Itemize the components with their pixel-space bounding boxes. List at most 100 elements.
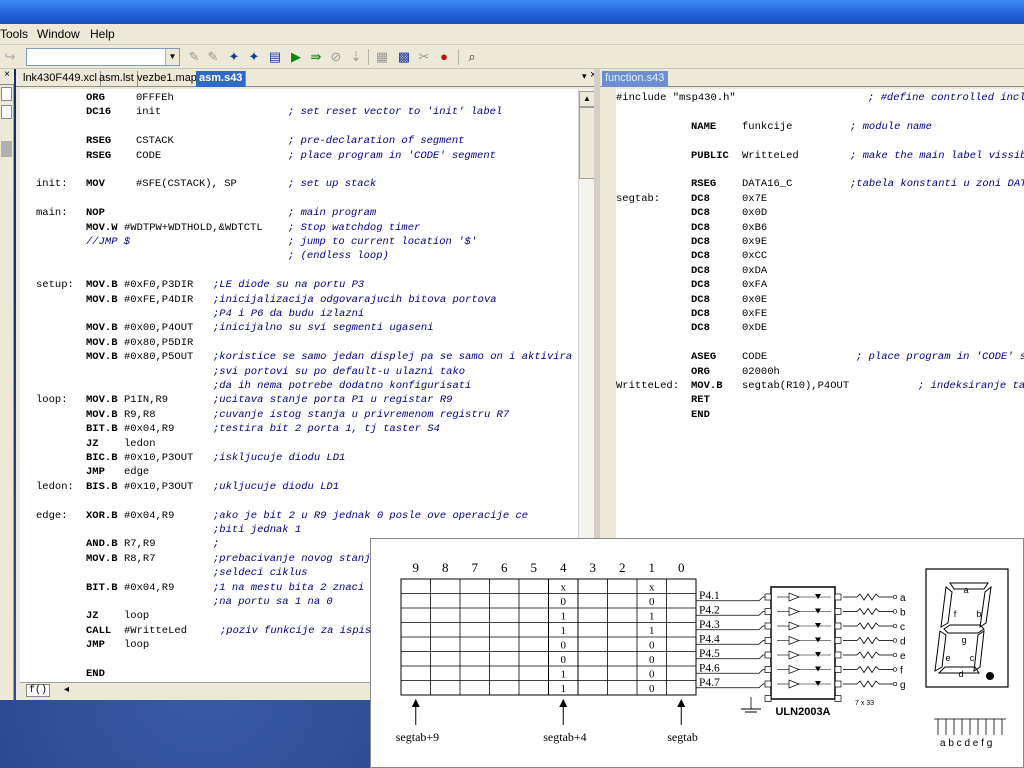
code-label: setup: [36, 279, 74, 292]
cell-value: 0 [561, 654, 567, 666]
code-operand: R7,R9 [124, 538, 156, 551]
code-line: BIT.B #0x04,R9 ;testira bit 2 porta 1, tj … [20, 422, 580, 436]
cell-value: 0 [561, 640, 567, 652]
cell-value: 0 [649, 640, 655, 652]
code-opcode: NAME [691, 120, 717, 133]
resistor-symbol [856, 680, 880, 688]
right-editor-tabs: function.s43 [600, 69, 1024, 87]
tab-vezbe1-map[interactable]: vezbe1.map [134, 71, 201, 87]
code-comment: ;na portu sa 1 na 0 [213, 596, 333, 608]
terminal [892, 681, 898, 687]
menu-help[interactable]: Help [90, 27, 115, 41]
code-opcode: MOV.B [86, 351, 118, 364]
cell-value: 0 [649, 683, 655, 695]
code-line: //JMP $ ; jump to current location '$' [20, 235, 580, 249]
code-directive: #include "msp430.h" [616, 92, 736, 104]
code-line: MOV.W #WDTPW+WDTHOLD,&WDTCTL ; Stop watchd… [20, 221, 580, 235]
tab-asm-s43[interactable]: asm.s43 [196, 71, 247, 87]
code-operand: CSTACK [136, 135, 174, 148]
download-icon[interactable]: ⇣ [348, 49, 364, 65]
project-icon[interactable]: ▩ [396, 49, 412, 65]
code-operand: #0x10,P3OUT [124, 452, 194, 464]
code-line: ;biti jednak 1 [20, 523, 580, 537]
find-next-icon[interactable]: ✎ [205, 49, 221, 65]
find-combo[interactable]: ▼ [26, 48, 180, 66]
stop-build-icon[interactable]: ⊘ [328, 49, 344, 65]
menu-window[interactable]: Window [37, 27, 80, 41]
code-opcode: CALL [86, 624, 112, 637]
column-header: 2 [619, 560, 626, 575]
tab-function-s43[interactable]: function.s43 [602, 71, 669, 87]
redo-icon[interactable]: ↪ [2, 49, 18, 65]
code-line: main: NOP ; main program [20, 206, 580, 220]
segment-label: e [900, 651, 906, 662]
code-comment: ; jump to current location '$' [288, 236, 478, 248]
close-icon[interactable]: × [0, 69, 14, 85]
scroll-left-icon[interactable]: ◂ [64, 684, 69, 695]
tools-icon[interactable]: ✂ [416, 49, 432, 65]
cell-value: 1 [561, 683, 567, 695]
code-operand: 0xB6 [742, 221, 768, 234]
code-operand: 0xDA [742, 264, 768, 277]
workspace-pane: × [0, 69, 14, 700]
code-comment: ; place program in 'CODE' segment [288, 149, 496, 162]
workspace-scroll-thumb[interactable] [1, 141, 12, 157]
code-opcode: MOV [86, 178, 105, 191]
terminal [892, 623, 898, 629]
breakpoint-list-icon[interactable]: ▦ [374, 49, 390, 65]
pointer-arrowhead [559, 699, 568, 707]
code-line: RSEG CODE ; place program in 'CODE' segmen… [20, 149, 580, 163]
segment-label: f [900, 666, 903, 677]
code-line: DC8 0x0D [616, 206, 1024, 220]
debug-icon[interactable]: ⇛ [308, 49, 324, 65]
scroll-up-icon[interactable]: ▲ [579, 91, 595, 107]
code-line: ; (endless loop) [20, 249, 580, 263]
code-opcode: END [691, 408, 710, 421]
port-label: P4.1 [699, 590, 720, 602]
resistor-symbol [856, 607, 880, 616]
toolbar-separator [368, 49, 369, 65]
code-line: RET [616, 393, 1024, 407]
display-segment-label: e [945, 653, 950, 663]
code-line: edge: XOR.B #0x04,R9 ;ako je bit 2 u R9 jed… [20, 509, 580, 523]
code-line: setup: MOV.B #0xF0,P3DIR ;LE diode su na po… [20, 278, 580, 292]
workspace-icon[interactable] [1, 105, 12, 119]
menu-tools[interactable]: Tools [0, 27, 28, 41]
compile-icon[interactable]: ▤ [267, 49, 283, 65]
port-label: P4.5 [699, 648, 720, 660]
code-line: ;da ih nema potrebe dodatno konfigurisat… [20, 379, 580, 393]
scroll-thumb[interactable] [579, 107, 595, 179]
workspace-dropdown[interactable] [1, 87, 12, 101]
tab-asm-lst[interactable]: asm.lst [96, 71, 138, 87]
code-opcode: BIS.B [86, 480, 118, 493]
toggle-breakpoint-icon[interactable]: ● [436, 49, 452, 65]
resistor-symbol [856, 622, 880, 630]
code-line: DC8 0xFE [616, 307, 1024, 321]
chip-pin [764, 622, 772, 630]
code-operand: #0x04,R9 [124, 423, 175, 436]
chevron-down-icon[interactable]: ▼ [165, 49, 179, 65]
segment-label: b [900, 608, 906, 619]
toggle-bookmark-icon[interactable]: ✦ [226, 49, 242, 65]
code-opcode: MOV.B [86, 322, 118, 335]
code-line: loop: MOV.B P1IN,R9 ;ucitava stanje porta P… [20, 393, 580, 407]
find-icon[interactable]: ✎ [186, 49, 202, 65]
code-operand: #0x00,P4OUT [124, 322, 194, 335]
code-operand: 0FFFEh [136, 92, 174, 104]
goto-bookmark-icon[interactable]: ✦ [246, 49, 262, 65]
code-operand: #0xFE,P4DIR [124, 293, 194, 306]
make-icon[interactable]: ▶ [288, 49, 304, 65]
code-label: edge: [36, 509, 68, 522]
code-operand: init [136, 106, 162, 119]
code-label: segtab: [616, 192, 661, 205]
tab-lnk430f449[interactable]: lnk430F449.xcl [20, 71, 101, 87]
zoom-icon[interactable]: ⌕ [464, 49, 480, 65]
resistor-symbol [856, 593, 880, 601]
code-label: ledon: [36, 480, 74, 493]
code-opcode: DC8 [691, 279, 710, 292]
function-list-button[interactable]: f() [26, 684, 51, 697]
tab-dropdown-icon[interactable]: ▾ [582, 71, 587, 82]
code-comment: ;prebacivanje novog stanj [213, 552, 371, 565]
